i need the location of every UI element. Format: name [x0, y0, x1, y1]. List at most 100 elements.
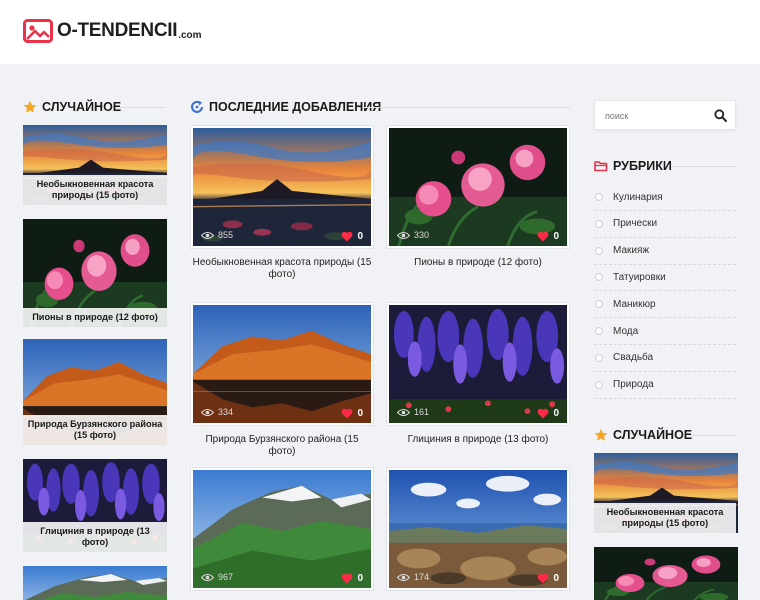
post-card[interactable]: 174 0	[386, 467, 570, 591]
rubric-label[interactable]: Прически	[613, 218, 657, 229]
like-button[interactable]: 0	[537, 231, 559, 242]
divider	[364, 107, 570, 108]
post-title[interactable]: Необыкновенная красота природы (15 фото)	[190, 257, 374, 281]
peony-photo[interactable]	[389, 128, 567, 246]
random-card[interactable]: Пионы в природе (12 фото)	[23, 219, 167, 327]
latest-title: Последние добавления	[190, 100, 381, 114]
rubric-label[interactable]: Свадьба	[613, 352, 653, 363]
rubric-item[interactable]: Свадьба	[594, 345, 736, 372]
bullet-icon	[595, 246, 603, 255]
bullet-icon	[595, 193, 603, 201]
eye-icon	[397, 408, 410, 416]
rubric-item[interactable]: Макияж	[594, 238, 736, 265]
views-count: 967	[218, 572, 234, 582]
right-random-label: Случайное	[613, 428, 693, 442]
post-card[interactable]: 967 0	[190, 467, 374, 591]
views-count: 855	[218, 230, 234, 240]
rubric-item[interactable]: Прически	[594, 211, 736, 238]
like-button[interactable]: 0	[341, 408, 363, 419]
like-button[interactable]: 0	[341, 573, 363, 584]
random-card[interactable]	[23, 566, 167, 600]
folder-icon	[594, 161, 608, 172]
views-count: 334	[218, 407, 234, 417]
views-counter: 334	[201, 407, 233, 417]
likes-count: 0	[553, 573, 559, 584]
random-card-caption[interactable]: Природа Бурзянского района (15 фото)	[23, 415, 167, 445]
green-mountains-photo[interactable]	[23, 566, 167, 600]
post-title[interactable]: Глициния в природе (13 фото)	[386, 434, 570, 446]
random-card[interactable]: Необыкновенная красота природы (15 фото)	[594, 453, 738, 533]
post-card[interactable]: 161 0 Глициния в природе (13 фото)	[386, 302, 570, 446]
right-random-title: Случайное	[594, 428, 692, 442]
post-image-frame[interactable]: 174 0	[386, 467, 570, 591]
random-card[interactable]: Необыкновенная красота природы (15 фото)	[23, 125, 167, 205]
bullet-icon	[595, 219, 603, 228]
mountain-lake-photo[interactable]	[193, 305, 371, 423]
like-button[interactable]: 0	[537, 408, 559, 419]
random-card-caption[interactable]: Глициния в природе (13 фото)	[23, 522, 167, 552]
random-card-caption[interactable]: Необыкновенная красота природы (15 фото)	[23, 175, 167, 205]
heart-icon	[342, 231, 353, 242]
random-card[interactable]	[594, 547, 738, 600]
random-card-caption[interactable]: Пионы в природе (12 фото)	[23, 308, 167, 327]
search-box	[594, 100, 736, 130]
random-card-caption[interactable]: Необыкновенная красота природы (15 фото)	[594, 503, 736, 533]
rubric-label[interactable]: Кулинария	[613, 192, 663, 203]
divider	[120, 107, 166, 108]
logo-text: O-TENDENCII	[57, 20, 178, 41]
rubric-label[interactable]: Природа	[613, 379, 654, 390]
post-image-frame[interactable]: 967 0	[190, 467, 374, 591]
views-count: 174	[414, 572, 430, 582]
left-random-title: Случайное	[23, 100, 121, 114]
post-card[interactable]: 855 0 Необыкновенная красота природы (15…	[190, 125, 374, 281]
like-button[interactable]: 0	[537, 573, 559, 584]
views-counter: 967	[201, 572, 233, 582]
like-button[interactable]: 0	[341, 231, 363, 242]
heart-icon	[538, 408, 549, 419]
site-logo[interactable]: O-TENDENCII .com	[23, 19, 202, 43]
bullet-icon	[595, 327, 603, 335]
rubric-label[interactable]: Мода	[613, 326, 638, 337]
star-icon	[23, 100, 37, 113]
search-icon[interactable]	[714, 109, 727, 122]
divider	[672, 166, 736, 167]
post-image-frame[interactable]: 330 0	[386, 125, 570, 249]
views-count: 330	[414, 230, 430, 240]
post-card[interactable]: 334 0 Природа Бурзянского района (15 фот…	[190, 302, 374, 458]
views-counter: 330	[397, 230, 429, 240]
heart-icon	[538, 573, 549, 584]
latest-label: Последние добавления	[209, 100, 382, 114]
post-image-frame[interactable]: 855 0	[190, 125, 374, 249]
eye-icon	[201, 408, 214, 416]
divider	[690, 435, 736, 436]
post-title[interactable]: Пионы в природе (12 фото)	[386, 257, 570, 269]
likes-count: 0	[357, 408, 363, 419]
likes-count: 0	[357, 573, 363, 584]
post-image-frame[interactable]: 161 0	[386, 302, 570, 426]
rubric-label[interactable]: Татуировки	[613, 272, 666, 283]
search-input[interactable]	[605, 108, 705, 124]
rubric-item[interactable]: Мода	[594, 318, 736, 345]
rubric-item[interactable]: Кулинария	[594, 184, 736, 211]
rubric-item[interactable]: Маникюр	[594, 291, 736, 319]
rubric-label[interactable]: Макияж	[613, 245, 649, 256]
post-title[interactable]: Природа Бурзянского района (15 фото)	[190, 434, 374, 458]
rubrics-title: Рубрики	[594, 159, 672, 173]
bullet-icon	[595, 273, 603, 282]
post-card[interactable]: 330 0 Пионы в природе (12 фото)	[386, 125, 570, 269]
rubric-label[interactable]: Маникюр	[613, 299, 656, 310]
rubric-item[interactable]: Татуировки	[594, 264, 736, 292]
random-card[interactable]: Глициния в природе (13 фото)	[23, 459, 167, 552]
coast-photo[interactable]	[389, 470, 567, 588]
site-header: O-TENDENCII .com	[0, 0, 760, 64]
logo-domain: .com	[178, 29, 202, 41]
peony-photo[interactable]	[594, 547, 738, 600]
sunset-photo[interactable]	[193, 128, 371, 246]
rubric-item[interactable]: Природа	[594, 372, 736, 399]
post-image-frame[interactable]: 334 0	[190, 302, 374, 426]
rubrics-label: Рубрики	[613, 159, 672, 173]
green-mountains-photo[interactable]	[193, 470, 371, 588]
wisteria-photo[interactable]	[389, 305, 567, 423]
random-card[interactable]: Природа Бурзянского района (15 фото)	[23, 339, 167, 445]
eye-icon	[397, 231, 410, 239]
